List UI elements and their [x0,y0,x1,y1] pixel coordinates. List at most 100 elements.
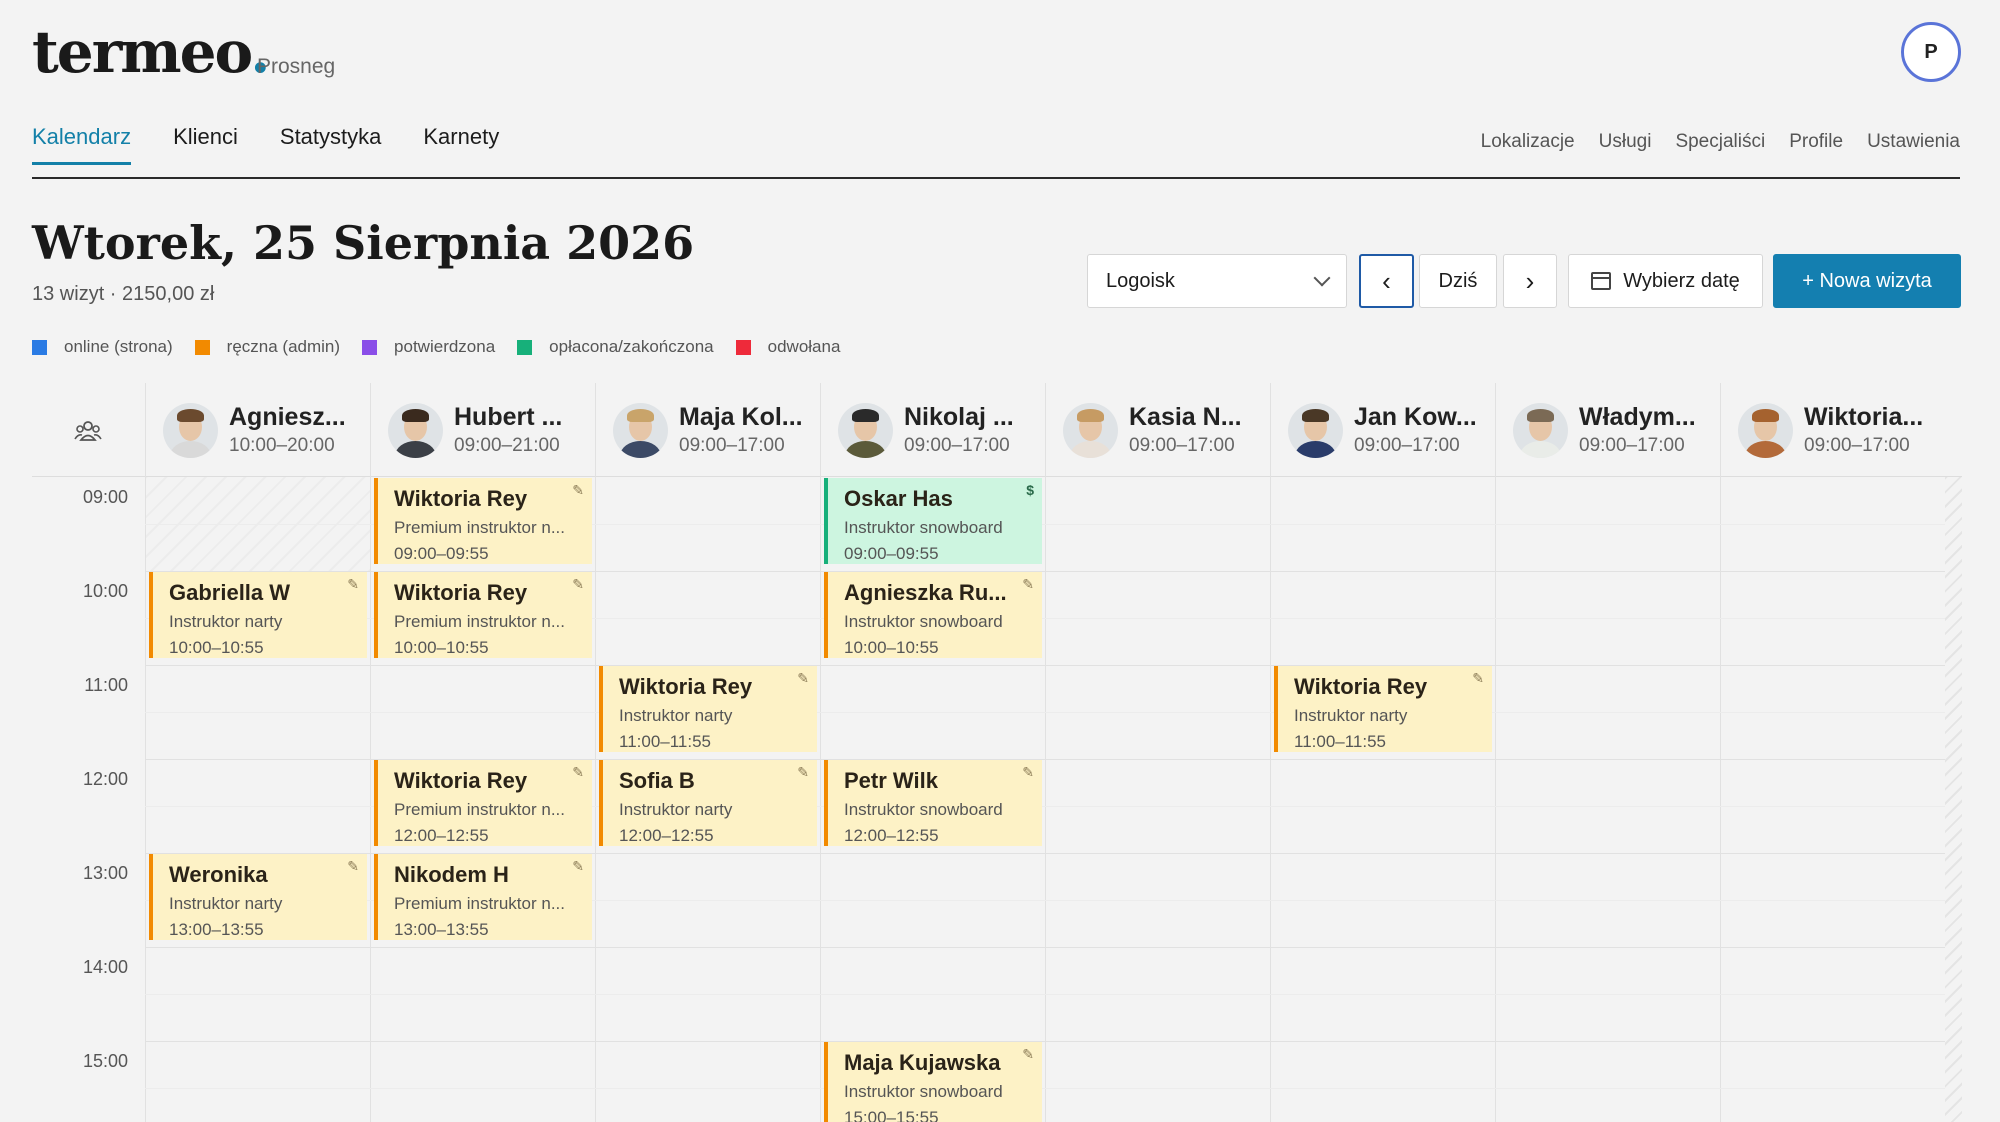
staff-name: Nikolaj ... [904,403,1014,431]
appointment-card[interactable]: Gabriella W Instruktor narty 10:00–10:55 ✎ [149,572,367,659]
appointment-card[interactable]: Wiktoria Rey Premium instruktor n... 12:00… [374,760,592,847]
tab-karnety[interactable]: Karnety [423,124,499,165]
appointment-card[interactable]: Nikodem H Premium instruktor n... 13:00–13… [374,854,592,941]
staff-name: Kasia N... [1129,403,1242,431]
nav-ustawienia[interactable]: Ustawienia [1867,131,1960,153]
appointment-card[interactable]: Wiktoria Rey Instruktor narty 11:00–11:55 ✎ [1274,666,1492,753]
time-label: 15:00 [82,1051,128,1071]
paid-icon: $ [1026,482,1034,498]
staff-column-header[interactable]: Agniesz... 10:00–20:00 [145,383,370,477]
next-day-button[interactable]: › [1503,254,1557,308]
staff-name: Agniesz... [229,403,346,431]
staff-hours: 09:00–21:00 [454,435,560,456]
staff-hours: 09:00–17:00 [1579,435,1685,456]
day-calendar: Agniesz... 10:00–20:00 Hubert ... 09:00–21:… [32,383,1962,1122]
appointment-client: Agnieszka Ru... [844,580,1007,605]
location-select[interactable]: Logoisk [1087,254,1347,308]
legend-swatch [517,339,533,355]
legend-item: opłacona/zakończona [517,337,714,357]
edit-icon: ✎ [347,576,359,592]
legend-swatch [735,339,751,355]
legend-item: ręczna (admin) [194,337,340,357]
appointment-time: 10:00–10:55 [169,638,264,657]
appointment-card[interactable]: Wiktoria Rey Premium instruktor n... 10:00… [374,572,592,659]
appointment-service: Instruktor narty [169,612,283,631]
appointment-service: Instruktor snowboard [844,800,1003,819]
staff-column-header[interactable]: Nikolaj ... 09:00–17:00 [820,383,1045,477]
today-button[interactable]: Dziś [1419,254,1497,308]
staff-day-column[interactable] [1270,477,1495,1122]
edit-icon: ✎ [1472,670,1484,686]
edit-icon: ✎ [1022,764,1034,780]
staff-hours: 10:00–20:00 [229,435,335,456]
appointment-time: 10:00–10:55 [844,638,939,657]
staff-column-header[interactable]: Wiktoria... 09:00–17:00 [1720,383,1945,477]
appointment-card[interactable]: Wiktoria Rey Instruktor narty 11:00–11:55 ✎ [599,666,817,753]
user-avatar[interactable]: P [1901,22,1961,82]
business-name: Prosneg [257,55,336,78]
appointment-service: Instruktor narty [169,894,283,913]
staff-column-header[interactable]: Kasia N... 09:00–17:00 [1045,383,1270,477]
appointment-service: Premium instruktor n... [394,894,565,913]
appointment-card[interactable]: Petr Wilk Instruktor snowboard 12:00–12:55… [824,760,1042,847]
appointment-client: Sofia B [619,768,695,793]
tab-kalendarz[interactable]: Kalendarz [32,124,132,165]
new-visit-button[interactable]: + Nowa wizyta [1773,254,1961,308]
appointment-card[interactable]: Weronika Instruktor narty 13:00–13:55 ✎ [149,854,367,941]
staff-avatar [1513,402,1568,458]
day-summary: 13 wizyt · 2150,00 zł [32,283,215,305]
legend-item: potwierdzona [362,337,495,357]
staff-day-column[interactable] [1495,477,1720,1122]
staff-day-column[interactable] [1720,477,1945,1122]
appointment-time: 11:00–11:55 [1294,732,1387,751]
appointment-client: Wiktoria Rey [619,674,753,699]
appointment-card[interactable]: Maja Kujawska Instruktor snowboard 15:00–1… [824,1042,1042,1122]
staff-column-header[interactable]: Maja Kol... 09:00–17:00 [595,383,820,477]
appointment-time: 12:00–12:55 [394,826,489,845]
hour-line [145,947,1945,948]
staff-day-column[interactable] [1045,477,1270,1122]
nav-profile[interactable]: Profile [1789,131,1843,153]
legend-label: opłacona/zakończona [549,337,714,356]
page-title: Wtorek, 25 Sierpnia 2026 [32,216,695,270]
logo[interactable]: termeo. [32,18,270,86]
nav-lokalizacje[interactable]: Lokalizacje [1481,131,1575,153]
appointment-service: Instruktor narty [619,706,733,725]
time-column: 09:00 10:00 11:00 12:00 13:00 14:00 15:00 [32,477,145,1122]
unavailable-edge [1945,477,1962,1122]
appointment-card[interactable]: Oskar Has Instruktor snowboard 09:00–09:55… [824,478,1042,565]
nav-specjalisci[interactable]: Specjaliści [1675,131,1765,153]
edit-icon: ✎ [572,576,584,592]
appointment-card[interactable]: Wiktoria Rey Premium instruktor n... 09:00… [374,478,592,565]
staff-avatar [838,402,893,458]
calendar-header: Agniesz... 10:00–20:00 Hubert ... 09:00–21:… [32,383,1962,477]
pick-date-button[interactable]: Wybierz datę [1568,254,1763,308]
appointment-service: Premium instruktor n... [394,612,565,631]
half-hour-line [145,712,1945,713]
appointment-client: Gabriella W [169,580,291,605]
staff-name: Jan Kow... [1354,403,1477,431]
edit-icon: ✎ [572,764,584,780]
status-legend: online (strona) ręczna (admin) potwierdzon… [32,337,840,357]
nav-uslugi[interactable]: Usługi [1599,131,1652,153]
tab-klienci[interactable]: Klienci [173,124,238,165]
prev-day-button[interactable]: ‹ [1359,254,1414,308]
staff-hours: 09:00–17:00 [679,435,785,456]
tab-statystyka[interactable]: Statystyka [280,124,381,165]
appointment-card[interactable]: Agnieszka Ru... Instruktor snowboard 10:00… [824,572,1042,659]
calendar-grid: 09:00 10:00 11:00 12:00 13:00 14:00 15:00 Wikt… [32,477,1962,1122]
legend-item: odwołana [735,337,840,357]
appointment-time: 09:00–09:55 [844,544,939,563]
half-hour-line [145,994,1945,995]
appointment-time: 15:00–15:55 [844,1108,939,1122]
staff-name: Hubert ... [454,403,563,431]
appointment-card[interactable]: Sofia B Instruktor narty 12:00–12:55 ✎ [599,760,817,847]
location-select-value: Logoisk [1106,269,1175,292]
appointment-service: Instruktor snowboard [844,1082,1003,1101]
staff-column-header[interactable]: Władym... 09:00–17:00 [1495,383,1720,477]
staff-column-header[interactable]: Hubert ... 09:00–21:00 [370,383,595,477]
group-icon[interactable] [74,419,102,443]
legend-swatch [362,339,378,355]
staff-column-header[interactable]: Jan Kow... 09:00–17:00 [1270,383,1495,477]
pick-date-label: Wybierz datę [1623,269,1740,292]
